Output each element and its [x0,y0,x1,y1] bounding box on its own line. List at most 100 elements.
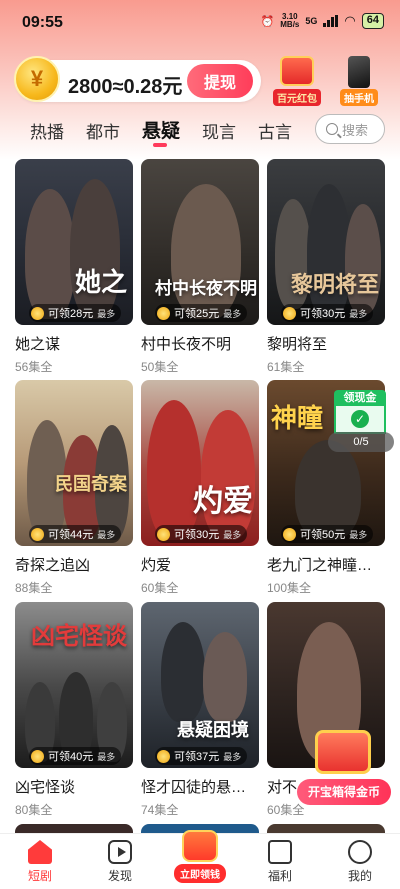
net-speed: 3.10 MB/s [280,12,300,29]
tab-modern-romance[interactable]: 现言 [202,118,236,143]
drama-poster[interactable]: 凶宅怪谈 可领40元 最多 [15,602,133,768]
drama-card[interactable]: 灼爱 可领30元 最多 灼爱 60集全 [141,380,259,596]
drama-card[interactable]: 凶宅怪谈 可领40元 最多 凶宅怪谈 80集全 [15,602,133,818]
drama-poster[interactable]: 灼爱 可领30元 最多 [141,380,259,546]
signal-icon [323,15,339,27]
play-icon [108,840,132,864]
home-icon [28,840,52,864]
nav-discover[interactable]: 发现 [90,840,150,884]
coin-balance: 2800≈0.28元 [68,76,183,98]
status-bar: 09:55 ⏰ 3.10 MB/s 5G ◠ 64 [0,0,400,44]
coin-icon [31,749,44,763]
nav-welfare[interactable]: 福利 [250,840,310,884]
network-label: 5G [305,16,318,26]
drama-title: 她之谋 [15,336,61,353]
cash-task-title: 领现金 [334,390,386,406]
drama-episodes: 56集全 [15,360,53,374]
bottom-nav: 短剧 发现 立即领钱 福利 我的 [0,830,400,889]
coin-icon [31,527,44,541]
active-tab-indicator [153,143,167,147]
open-chest-button[interactable]: 开宝箱得金币 [297,779,391,805]
tab-city[interactable]: 都市 [86,118,120,143]
drama-poster[interactable]: 村中长夜不明 可领25元 最多 [141,159,259,325]
drama-title: 老九门之神瞳… [267,557,373,574]
drama-poster[interactable]: 悬疑困境 可领37元 最多 [141,602,259,768]
poster-title-art: 她之 [74,268,127,298]
drama-episodes: 60集全 [141,581,179,595]
reward-badge: 可领40元 最多 [29,747,122,765]
alarm-icon: ⏰ [260,15,275,28]
coin-icon: ¥ [14,56,60,102]
drama-title: 村中长夜不明 [141,336,232,353]
drama-episodes: 80集全 [15,803,53,817]
drama-title: 奇探之追凶 [15,557,91,574]
category-tabs: 热播 都市 悬疑 现言 古言 搜索 [0,112,400,148]
gift-icon [182,830,218,862]
drama-title: 怪才囚徒的悬… [141,779,247,796]
treasure-chest-icon [315,730,371,774]
poster-title-art: 村中长夜不明 [155,279,257,299]
coin-icon [283,527,296,541]
reward-badge: 可领28元 最多 [29,304,122,322]
wechat-icon: ✓ [351,410,369,428]
tab-ancient-romance[interactable]: 古言 [258,118,292,143]
poster-title-art: 凶宅怪谈 [31,621,127,650]
reward-badge: 可领30元 最多 [281,304,374,322]
battery-indicator: 64 [361,13,384,29]
coin-icon [31,306,44,320]
coin-icon [157,749,170,763]
poster-title-art: 悬疑困境 [177,720,249,741]
tab-suspense[interactable]: 悬疑 [142,116,180,143]
withdraw-button[interactable]: 提现 [187,64,253,98]
coin-icon [157,306,170,320]
drama-poster[interactable]: 民国奇案 可领44元 最多 [15,380,133,546]
search-icon [326,123,338,135]
reward-badge: 可领37元 最多 [155,747,248,765]
tab-hot[interactable]: 热播 [30,118,64,143]
treasure-chest[interactable] [312,730,374,778]
search-placeholder: 搜索 [342,122,369,138]
drama-title: 黎明将至 [267,336,328,353]
cash-task-progress: 0/5 [328,432,394,452]
phone-icon [348,56,370,88]
drama-episodes: 74集全 [141,803,179,817]
poster-title-art: 神瞳 [271,404,324,434]
poster-title-art: 灼爱 [193,484,253,519]
drama-poster[interactable]: 黎明将至 可领30元 最多 [267,159,385,325]
red-envelope-label: 百元红包 [273,89,321,106]
coin-icon [283,306,296,320]
drama-title: 凶宅怪谈 [15,779,76,796]
drama-card[interactable]: 村中长夜不明 可领25元 最多 村中长夜不明 50集全 [141,159,259,375]
drama-card[interactable]: 民国奇案 可领44元 最多 奇探之追凶 88集全 [15,380,133,596]
wifi-icon: ◠ [344,13,356,28]
drama-episodes: 50集全 [141,360,179,374]
reward-badge: 可领50元 最多 [281,525,374,543]
red-envelope-icon [280,56,314,86]
poster-title-art: 黎明将至 [290,272,379,298]
status-time: 09:55 [22,14,63,31]
red-envelope-promo[interactable]: 百元红包 [270,56,324,106]
search-box[interactable]: 搜索 [315,114,385,144]
reward-badge: 可领30元 最多 [155,525,248,543]
drama-card[interactable]: 悬疑困境 可领37元 最多 怪才囚徒的悬… 74集全 [141,602,259,818]
drama-title: 灼爱 [141,557,172,574]
coin-balance-bar[interactable]: ¥ 2800≈0.28元 提现 [14,56,261,102]
drama-card[interactable]: 她之 可领28元 最多 她之谋 56集全 [15,159,133,375]
reward-badge: 可领25元 最多 [155,304,248,322]
phone-lottery-promo[interactable]: 抽手机 [332,56,386,106]
drama-episodes: 88集全 [15,581,53,595]
drama-card[interactable]: 黎明将至 可领30元 最多 黎明将至 61集全 [267,159,385,375]
phone-lottery-label: 抽手机 [340,89,378,106]
welfare-icon [268,840,292,864]
nav-claim-money[interactable]: 立即领钱 [174,830,226,883]
reward-badge: 可领44元 最多 [29,525,122,543]
status-icons: ⏰ 3.10 MB/s 5G ◠ 64 [261,13,384,29]
drama-poster[interactable]: 她之 可领28元 最多 [15,159,133,325]
drama-episodes: 100集全 [267,581,312,595]
poster-title-art: 民国奇案 [55,474,127,495]
profile-icon [348,840,372,864]
nav-me[interactable]: 我的 [330,840,390,884]
coin-icon [157,527,170,541]
nav-short-drama[interactable]: 短剧 [10,840,70,884]
drama-episodes: 61集全 [267,360,305,374]
